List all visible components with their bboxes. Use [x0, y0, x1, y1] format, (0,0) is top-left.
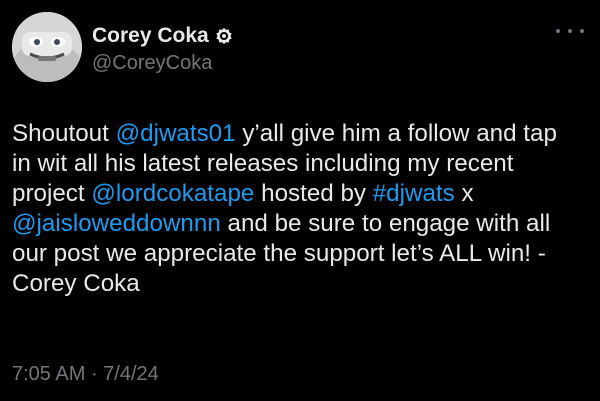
- tweet-text-line: Corey Coka: [12, 269, 588, 299]
- meta-separator: ·: [85, 363, 104, 385]
- author-handle[interactable]: @CoreyCoka: [92, 51, 233, 75]
- tweet-text-segment: project: [12, 180, 92, 207]
- verified-badge-icon[interactable]: [215, 27, 233, 45]
- display-name[interactable]: Corey Coka: [92, 24, 209, 48]
- tweet-header: Corey Coka @CoreyCoka: [12, 10, 588, 86]
- car-avatar-icon[interactable]: [12, 12, 82, 82]
- author-info: Corey Coka @CoreyCoka: [92, 24, 233, 75]
- display-name-row: Corey Coka: [92, 24, 233, 48]
- mention-link[interactable]: @lordcokatape: [91, 180, 254, 207]
- mention-link[interactable]: @jaisloweddownnn: [12, 210, 221, 237]
- tweet-timestamp[interactable]: 7:05 AM · 7/4/24: [12, 362, 159, 386]
- tweet-text-segment: Shoutout: [12, 120, 116, 147]
- more-options-icon[interactable]: [556, 24, 584, 38]
- tweet-text-segment: in wit all his latest releases including…: [12, 150, 514, 177]
- tweet-text-segment: hosted by: [254, 180, 373, 207]
- tweet-text-segment: Corey Coka: [12, 270, 140, 297]
- tweet-text-segment: our post we appreciate the support let’s…: [12, 240, 546, 267]
- tweet-text-line: Shoutout @djwats01 y’all give him a foll…: [12, 119, 588, 149]
- tweet-text-line: @jaisloweddownnn and be sure to engage w…: [12, 209, 588, 239]
- dot: [568, 29, 572, 33]
- hashtag-link[interactable]: #djwats: [373, 180, 455, 207]
- tweet-date: 7/4/24: [103, 363, 159, 385]
- tweet-text-segment: y’all give him a follow and tap: [235, 120, 557, 147]
- tweet-text-segment: x: [454, 180, 474, 207]
- dot: [580, 29, 584, 33]
- mention-link[interactable]: @djwats01: [116, 120, 236, 147]
- tweet-text-segment: and be sure to engage with all: [220, 210, 551, 237]
- tweet-text-line: our post we appreciate the support let’s…: [12, 239, 588, 269]
- tweet-text: Shoutout @djwats01 y’all give him a foll…: [12, 119, 588, 299]
- tweet-text-line: project @lordcokatape hosted by #djwats …: [12, 179, 588, 209]
- tweet-time: 7:05 AM: [12, 363, 86, 385]
- tweet-text-line: in wit all his latest releases including…: [12, 149, 588, 179]
- dot: [556, 29, 560, 33]
